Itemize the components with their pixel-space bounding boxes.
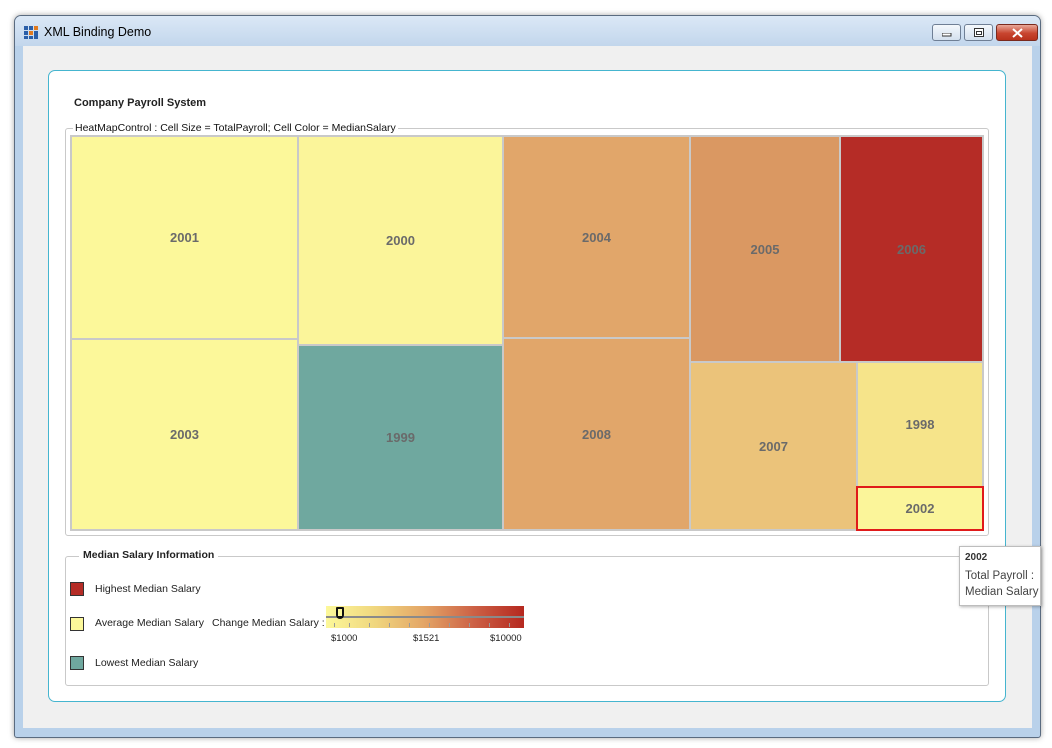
heatmap-cell-2008[interactable]: 2008 — [502, 337, 691, 531]
slider-tick-label-max: $10000 — [490, 633, 522, 644]
heatmap-cell-2006[interactable]: 2006 — [839, 135, 984, 363]
legend-swatch-highest — [70, 582, 84, 596]
title-bar[interactable]: XML Binding Demo — [15, 16, 1040, 46]
legend-swatch-average — [70, 617, 84, 631]
app-window: XML Binding Demo Company Payroll System … — [14, 15, 1041, 738]
slider-tick-label-min: $1000 — [331, 633, 358, 644]
slider-tick — [369, 623, 370, 627]
legend-label-average: Average Median Salary — [95, 617, 204, 629]
heatmap-cell-2000[interactable]: 2000 — [297, 135, 504, 346]
minimize-button[interactable] — [932, 24, 961, 41]
tooltip-median-salary: Median Salary — [965, 586, 1039, 598]
maximize-button[interactable] — [964, 24, 993, 41]
close-button[interactable] — [996, 24, 1038, 41]
heatmap-cell-1999[interactable]: 1999 — [297, 344, 504, 531]
tooltip-total-payroll: Total Payroll : — [965, 570, 1035, 582]
slider-tick — [509, 623, 510, 627]
legend-label-lowest: Lowest Median Salary — [95, 657, 199, 669]
heatmap-cell-2005[interactable]: 2005 — [689, 135, 841, 363]
close-icon — [1012, 28, 1023, 38]
legend-label-highest: Highest Median Salary — [95, 583, 201, 595]
slider-line — [326, 616, 524, 618]
slider-tick — [469, 623, 470, 627]
heatmap-header: HeatMapControl : Cell Size = TotalPayrol… — [73, 122, 398, 134]
slider-tick — [389, 623, 390, 627]
slider-tick — [489, 623, 490, 627]
slider-tick — [449, 623, 450, 627]
legend-swatch-lowest — [70, 656, 84, 670]
heatmap-cell-2003[interactable]: 2003 — [70, 338, 299, 531]
slider-thumb[interactable] — [336, 607, 344, 619]
slider-tick — [409, 623, 410, 627]
restore-icon — [974, 28, 984, 37]
app-heading: Company Payroll System — [74, 97, 207, 109]
heatmap-cell-2002[interactable]: 2002 — [856, 486, 984, 531]
heatmap-control: 2001 2003 2000 1999 2004 2008 2005 2006 … — [70, 135, 984, 531]
tooltip-title: 2002 — [965, 552, 988, 563]
app-icon — [24, 26, 38, 39]
heatmap-cell-2007[interactable]: 2007 — [689, 361, 858, 531]
window-title: XML Binding Demo — [44, 25, 152, 39]
minimize-icon — [942, 33, 952, 37]
cell-tooltip: 2002 Total Payroll : Median Salary — [959, 546, 1041, 606]
heatmap-cell-2001[interactable]: 2001 — [70, 135, 299, 340]
slider-tick — [334, 623, 335, 627]
heatmap-cell-2004[interactable]: 2004 — [502, 135, 691, 339]
heatmap-cell-1998[interactable]: 1998 — [856, 361, 984, 488]
median-salary-header: Median Salary Information — [79, 549, 219, 561]
slider-tick-label-mid: $1521 — [413, 633, 440, 644]
slider-tick — [429, 623, 430, 627]
client-area: Company Payroll System HeatMapControl : … — [23, 46, 1032, 728]
main-panel: Company Payroll System HeatMapControl : … — [48, 70, 1006, 702]
slider-label: Change Median Salary : — [212, 617, 325, 629]
slider-tick — [349, 623, 350, 627]
